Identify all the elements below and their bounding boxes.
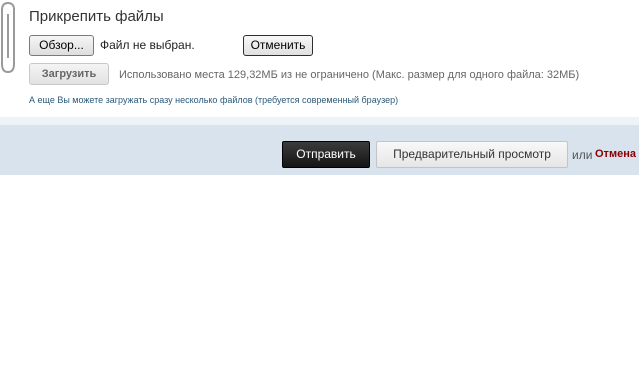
cancel-file-button[interactable]: Отменить: [243, 35, 313, 56]
storage-usage-text: Использовано места 129,32МБ из не ограни…: [119, 69, 580, 81]
preview-button[interactable]: Предварительный просмотр: [376, 141, 568, 168]
attach-files-title: Прикрепить файлы: [29, 8, 164, 25]
browse-button[interactable]: Обзор...: [29, 35, 94, 56]
submit-button[interactable]: Отправить: [282, 141, 370, 168]
file-status-text: Файл не выбран.: [100, 38, 195, 52]
multi-upload-link[interactable]: А еще Вы можете загружать сразу нескольк…: [29, 95, 398, 105]
cancel-link[interactable]: Отмена: [595, 148, 636, 160]
or-text: или: [572, 148, 593, 162]
paperclip-icon: [0, 1, 15, 74]
upload-button[interactable]: Загрузить: [29, 63, 109, 85]
